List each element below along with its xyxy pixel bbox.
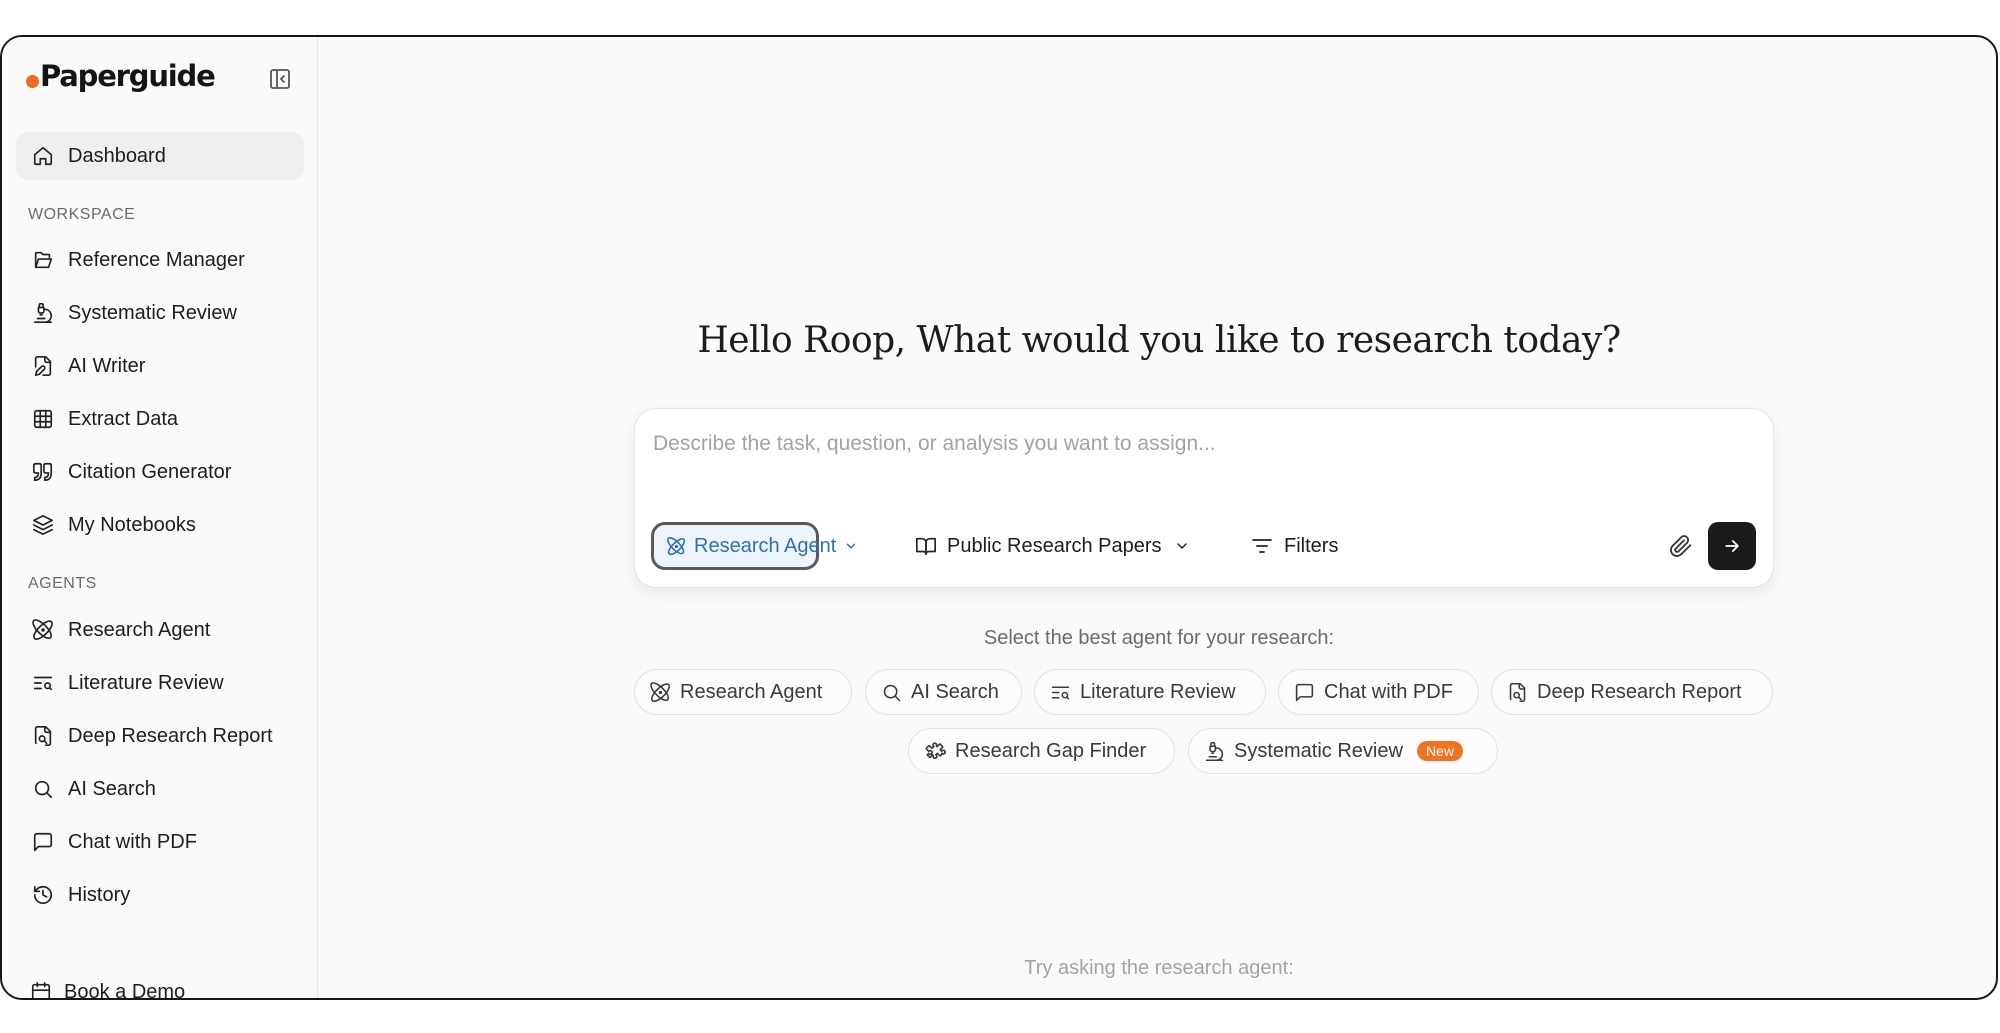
sidebar-item-label: Deep Research Report: [68, 724, 273, 747]
chip-chat-with-pdf[interactable]: Chat with PDF: [1278, 669, 1479, 715]
chip-label: Deep Research Report: [1537, 680, 1742, 703]
task-input-card: Research Agent Public Research Papers Fi…: [634, 408, 1774, 588]
sidebar-item-chat-with-pdf[interactable]: Chat with PDF: [16, 818, 304, 866]
table-icon: [30, 406, 56, 432]
sidebar-item-systematic-review[interactable]: Systematic Review: [16, 289, 304, 337]
chip-label: Research Agent: [680, 680, 823, 703]
file-pen-icon: [30, 353, 56, 379]
text-search-icon: [1050, 682, 1071, 703]
book-open-icon: [915, 535, 937, 557]
chip-research-gap-finder[interactable]: Research Gap Finder: [908, 728, 1175, 774]
sidebar-item-label: Literature Review: [68, 671, 224, 694]
source-select-label: Public Research Papers: [947, 534, 1162, 557]
search-icon: [881, 682, 902, 703]
agents-section-label: AGENTS: [28, 575, 97, 592]
file-search-icon: [30, 723, 56, 749]
chevron-down-icon: [844, 539, 858, 553]
message-square-icon: [30, 829, 56, 855]
text-search-icon: [30, 670, 56, 696]
page-title: Hello Roop, What would you like to resea…: [697, 320, 1621, 361]
filters-button[interactable]: Filters: [1250, 526, 1338, 566]
sidebar-item-label: Citation Generator: [68, 460, 232, 483]
sidebar-item-my-notebooks[interactable]: My Notebooks: [16, 501, 304, 549]
sidebar-item-label: My Notebooks: [68, 513, 196, 536]
atom-icon: [667, 536, 686, 556]
sidebar-item-label: Dashboard: [68, 144, 166, 167]
message-square-icon: [1294, 682, 1315, 703]
chip-systematic-review[interactable]: Systematic Review New: [1188, 728, 1498, 774]
atom-icon: [650, 681, 671, 703]
sidebar-item-label: Book a Demo: [64, 980, 186, 1000]
layers-icon: [30, 512, 56, 538]
home-icon: [30, 143, 56, 169]
chip-label: Systematic Review: [1234, 739, 1403, 762]
sidebar-item-label: AI Search: [68, 777, 156, 800]
chip-deep-research-report[interactable]: Deep Research Report: [1491, 669, 1773, 715]
new-badge: New: [1416, 741, 1463, 761]
chip-literature-review[interactable]: Literature Review: [1034, 669, 1266, 715]
filters-label: Filters: [1284, 534, 1339, 557]
chip-label: Literature Review: [1080, 680, 1236, 703]
chip-ai-search[interactable]: AI Search: [865, 669, 1022, 715]
sidebar-item-label: Extract Data: [68, 407, 179, 430]
sidebar-item-label: Chat with PDF: [68, 830, 197, 853]
filter-lines-icon: [1250, 534, 1274, 558]
paperclip-icon[interactable]: [1664, 529, 1698, 563]
arrow-right-icon: [1722, 536, 1742, 556]
sidebar-item-history[interactable]: History: [16, 871, 304, 919]
sidebar-item-reference-manager[interactable]: Reference Manager: [16, 236, 304, 284]
calendar-icon: [28, 979, 54, 998]
chip-research-agent[interactable]: Research Agent: [634, 669, 852, 715]
folder-open-icon: [30, 247, 56, 273]
chip-label: Chat with PDF: [1324, 680, 1453, 703]
sidebar-item-label: AI Writer: [68, 354, 146, 377]
chip-label: Research Gap Finder: [955, 739, 1147, 762]
source-select-dropdown[interactable]: Public Research Papers: [915, 526, 1190, 566]
chevron-down-icon: [1174, 538, 1190, 554]
agent-select-hint: Select the best agent for your research:: [983, 627, 1335, 649]
sidebar-item-book-demo[interactable]: Book a Demo: [16, 968, 304, 1000]
paperguide-logo[interactable]: Paperguide: [26, 59, 216, 93]
sidebar: Paperguide Dashboard WORKSPACE Reference…: [2, 37, 318, 998]
sidebar-item-research-agent[interactable]: Research Agent: [16, 606, 304, 654]
agent-select-dropdown[interactable]: Research Agent: [651, 522, 856, 570]
collapse-sidebar-icon[interactable]: [268, 67, 292, 91]
send-button[interactable]: [1708, 522, 1756, 570]
file-search-icon: [1507, 682, 1528, 703]
sidebar-item-extract-data[interactable]: Extract Data: [16, 395, 304, 443]
microscope-icon: [30, 300, 56, 326]
logo-text: Paperguide: [40, 59, 216, 93]
try-asking-hint: Try asking the research agent:: [1024, 957, 1294, 979]
logo-dot: [26, 74, 39, 88]
atom-icon: [30, 617, 56, 643]
sidebar-item-citation-generator[interactable]: Citation Generator: [16, 448, 304, 496]
puzzle-icon: [924, 740, 946, 762]
sidebar-item-label: Reference Manager: [68, 248, 245, 271]
workspace-section-label: WORKSPACE: [28, 206, 136, 223]
sidebar-item-dashboard[interactable]: Dashboard: [16, 132, 304, 180]
sidebar-item-ai-search[interactable]: AI Search: [16, 765, 304, 813]
sidebar-item-ai-writer[interactable]: AI Writer: [16, 342, 304, 390]
microscope-icon: [1204, 741, 1225, 762]
sidebar-item-label: Research Agent: [68, 618, 211, 641]
chip-label: AI Search: [911, 680, 999, 703]
search-icon: [30, 776, 56, 802]
sidebar-item-label: History: [68, 883, 131, 906]
quote-icon: [30, 459, 56, 485]
sidebar-item-literature-review[interactable]: Literature Review: [16, 659, 304, 707]
history-icon: [30, 882, 56, 908]
task-input[interactable]: [651, 423, 1755, 465]
sidebar-item-deep-research-report[interactable]: Deep Research Report: [16, 712, 304, 760]
agent-select-label: Research Agent: [694, 534, 837, 557]
app-window: Paperguide Dashboard WORKSPACE Reference…: [0, 35, 1998, 1000]
sidebar-item-label: Systematic Review: [68, 301, 237, 324]
